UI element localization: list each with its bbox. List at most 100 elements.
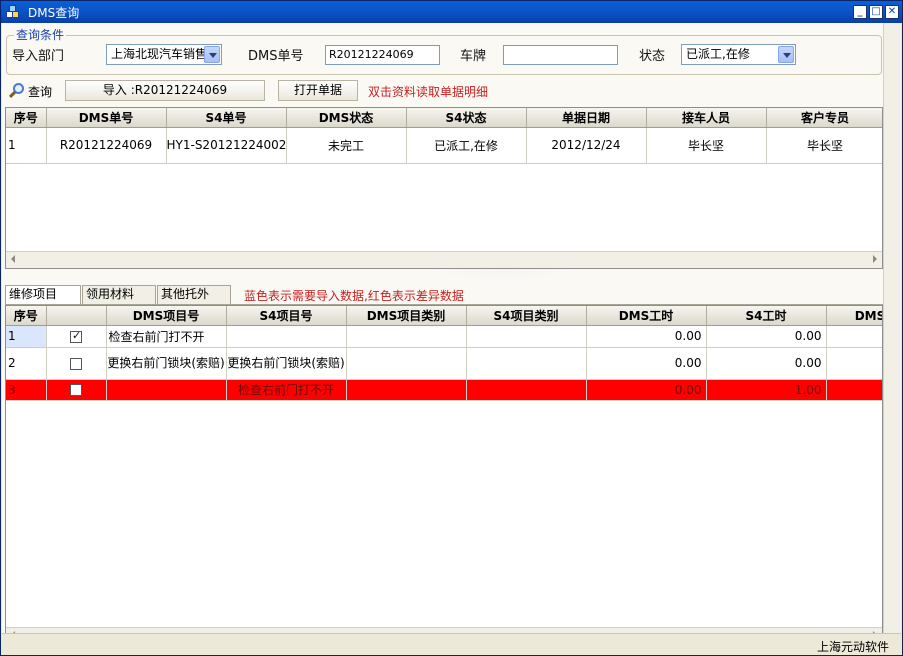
maximize-icon[interactable]: □: [869, 5, 883, 19]
detail-tabs: 维修项目 领用材料 其他托外: [5, 285, 232, 305]
dms-no-input[interactable]: R20121224069: [325, 45, 440, 65]
magnifier-icon: [8, 82, 26, 100]
col-header-dms-status[interactable]: DMS状态: [286, 108, 407, 128]
title-bar[interactable]: DMS查询 _ □ ✕: [1, 1, 902, 23]
search-button[interactable]: 查询: [8, 80, 52, 102]
col-header-s4-item[interactable]: S4项目号: [226, 306, 347, 326]
minimize-icon[interactable]: _: [853, 5, 867, 19]
window-title: DMS查询: [28, 5, 80, 20]
cell-dms-hours: 0.00: [586, 347, 707, 380]
repair-items-header-row: 序号 DMS项目号 S4项目号 DMS项目类别 S4项目类别 DMS工时 S4工…: [6, 306, 882, 326]
dms-no-label: DMS单号: [248, 49, 304, 64]
table-row[interactable]: 3 检查右前门打不开 0.00 1.00 0: [6, 379, 882, 401]
scroll-left-icon[interactable]: [11, 255, 15, 263]
scroll-right-icon[interactable]: [873, 255, 877, 263]
col-header-dms-extra[interactable]: DMS工: [826, 306, 882, 326]
cell-dms-item: [106, 379, 227, 401]
company-name: 上海元动软件: [816, 640, 889, 654]
col-header-s4-category[interactable]: S4项目类别: [466, 306, 587, 326]
cell-dms-category: [346, 379, 467, 401]
cell-dms-category: [346, 347, 467, 380]
col-header-check[interactable]: [46, 306, 107, 326]
color-legend: 蓝色表示需要导入数据,红色表示差异数据: [244, 289, 464, 303]
col-header-dms-no[interactable]: DMS单号: [46, 108, 167, 128]
plate-input[interactable]: [503, 45, 618, 65]
col-header-seq[interactable]: 序号: [6, 108, 47, 128]
plate-label: 车牌: [460, 49, 487, 64]
cell-seq: 2: [6, 347, 47, 380]
cell-seq: 1: [6, 127, 47, 164]
query-conditions-caption: 查询条件: [14, 26, 67, 43]
tab-repair-items[interactable]: 维修项目: [5, 285, 81, 305]
cell-dms-extra: 0: [826, 379, 882, 401]
table-row[interactable]: 1 R20121224069 HY1-S20121224002 未完工 已派工,…: [6, 127, 882, 164]
cell-s4-item: 检查右前门打不开: [226, 379, 347, 401]
cell-s4-status: 已派工,在修: [406, 127, 527, 164]
col-header-s4-no[interactable]: S4单号: [166, 108, 287, 128]
col-header-s4-status[interactable]: S4状态: [406, 108, 527, 128]
cell-dms-item: 更换右前门锁块(索赔): [106, 347, 227, 380]
documents-hscrollbar[interactable]: [6, 251, 882, 268]
row-checkbox[interactable]: [70, 357, 82, 370]
chevron-down-icon[interactable]: [204, 46, 220, 63]
tab-outsourcing[interactable]: 其他托外: [157, 285, 231, 304]
cell-dms-hours: 0.00: [586, 379, 707, 401]
status-label: 状态: [639, 49, 666, 64]
import-button[interactable]: 导入 :R20121224069: [65, 80, 265, 101]
dept-select-value: 上海北现汽车销售: [111, 47, 208, 61]
chevron-down-icon[interactable]: [778, 46, 794, 63]
status-bar: 上海元动软件: [2, 633, 901, 655]
col-header-receiver[interactable]: 接车人员: [646, 108, 767, 128]
repair-items-grid[interactable]: 序号 DMS项目号 S4项目号 DMS项目类别 S4项目类别 DMS工时 S4工…: [5, 305, 883, 645]
close-icon[interactable]: ✕: [885, 5, 899, 19]
col-header-dms-hours[interactable]: DMS工时: [586, 306, 707, 326]
documents-header-row: 序号 DMS单号 S4单号 DMS状态 S4状态 单据日期 接车人员 客户专员: [6, 108, 882, 128]
documents-grid[interactable]: 序号 DMS单号 S4单号 DMS状态 S4状态 单据日期 接车人员 客户专员 …: [5, 107, 883, 269]
dms-query-window: DMS查询 _ □ ✕ 查询条件 导入部门 上海北现汽车销售 DMS单号 R20…: [0, 0, 903, 656]
open-document-button[interactable]: 打开单据: [278, 80, 358, 101]
repair-items-table: 序号 DMS项目号 S4项目号 DMS项目类别 S4项目类别 DMS工时 S4工…: [6, 306, 882, 401]
cell-seq: 3: [6, 379, 47, 401]
status-select[interactable]: 已派工,在修: [681, 44, 796, 65]
cell-s4-category: [466, 347, 587, 380]
window-controls: _ □ ✕: [853, 5, 899, 19]
cell-check[interactable]: [46, 379, 107, 401]
cell-s4-category: [466, 379, 587, 401]
cell-doc-date: 2012/12/24: [526, 127, 647, 164]
row-checkbox[interactable]: [70, 384, 82, 396]
cell-seq: 1: [6, 325, 47, 348]
cell-dms-category: [346, 325, 467, 348]
cell-dms-no: R20121224069: [46, 127, 167, 164]
table-row[interactable]: 1 检查右前门打不开 0.00 0.00 42: [6, 325, 882, 348]
cell-dms-status: 未完工: [286, 127, 407, 164]
dept-select[interactable]: 上海北现汽车销售: [106, 44, 222, 65]
cell-s4-item: [226, 325, 347, 348]
cell-s4-category: [466, 325, 587, 348]
col-header-seq[interactable]: 序号: [6, 306, 47, 326]
cell-receiver: 毕长坚: [646, 127, 767, 164]
double-click-hint: 双击资料读取单据明细: [368, 85, 489, 99]
cell-s4-hours: 1.00: [706, 379, 827, 401]
cell-dms-item: 检查右前门打不开: [106, 325, 227, 348]
col-header-customer-rep[interactable]: 客户专员: [766, 108, 882, 128]
col-header-dms-category[interactable]: DMS项目类别: [346, 306, 467, 326]
dept-label: 导入部门: [12, 49, 65, 64]
cell-s4-hours: 0.00: [706, 347, 827, 380]
table-row[interactable]: 2 更换右前门锁块(索赔) 更换右前门锁块(索赔) 0.00 0.00 42: [6, 347, 882, 380]
app-icon: [6, 5, 20, 19]
col-header-doc-date[interactable]: 单据日期: [526, 108, 647, 128]
cell-dms-extra: 42: [826, 347, 882, 380]
cell-customer-rep: 毕长坚: [766, 127, 882, 164]
cell-check[interactable]: [46, 325, 107, 348]
cell-s4-item: 更换右前门锁块(索赔): [226, 347, 347, 380]
cell-check[interactable]: [46, 347, 107, 380]
col-header-dms-item[interactable]: DMS项目号: [106, 306, 227, 326]
documents-table: 序号 DMS单号 S4单号 DMS状态 S4状态 单据日期 接车人员 客户专员 …: [6, 108, 882, 164]
cell-dms-extra: 42: [826, 325, 882, 348]
window-vscrollbar[interactable]: [883, 23, 901, 633]
tab-materials[interactable]: 领用材料: [82, 285, 156, 304]
search-button-label: 查询: [28, 84, 53, 99]
cell-dms-hours: 0.00: [586, 325, 707, 348]
row-checkbox[interactable]: [70, 329, 82, 343]
col-header-s4-hours[interactable]: S4工时: [706, 306, 827, 326]
